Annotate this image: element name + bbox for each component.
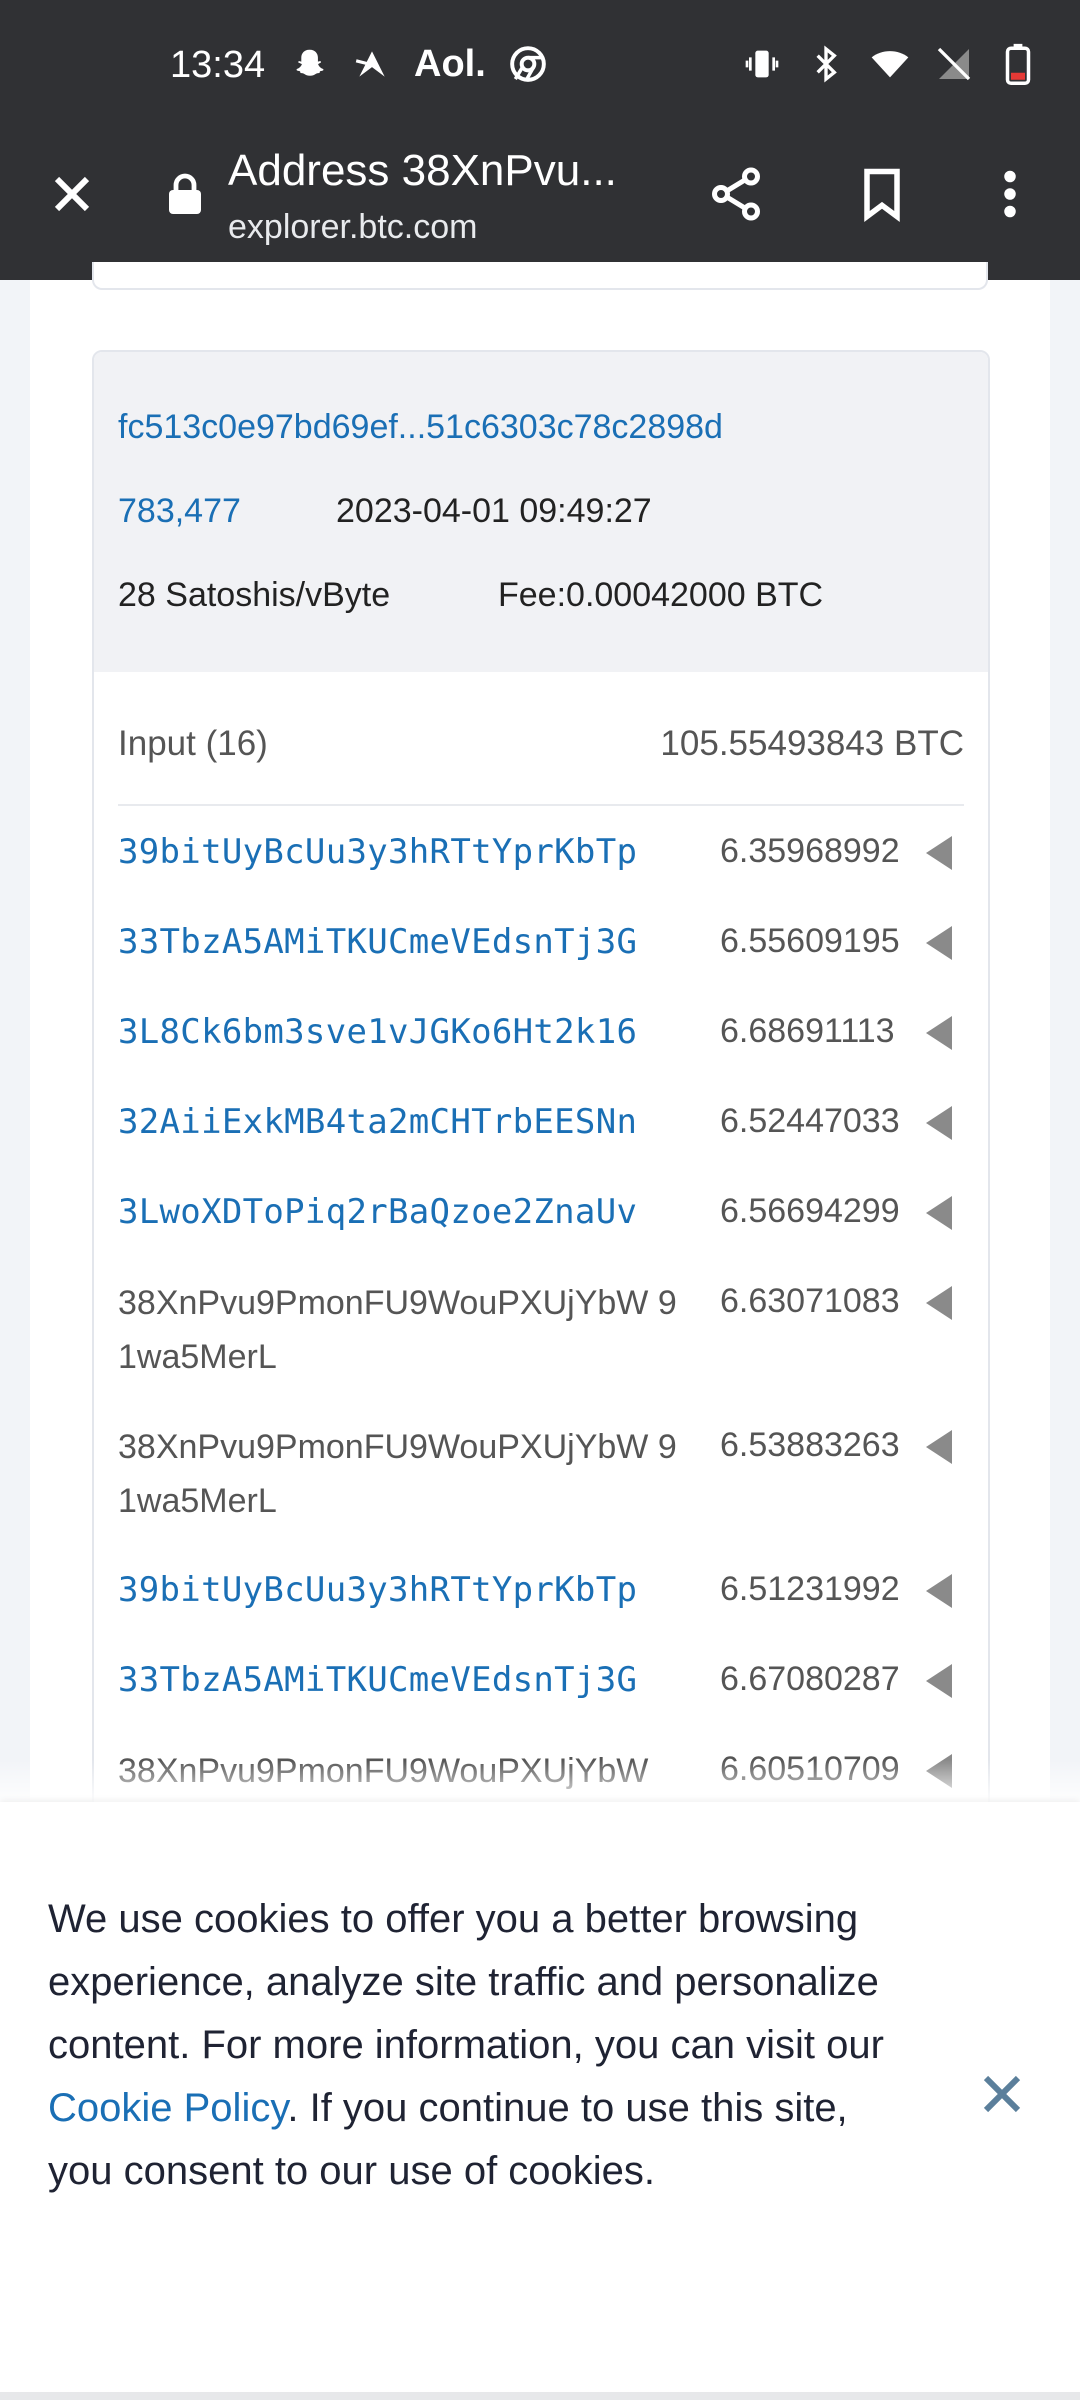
delivery-icon [352, 44, 392, 84]
notification-icons: Aol. [290, 42, 548, 85]
transaction-card: fc513c0e97bd69ef...51c6303c78c2898d 783,… [92, 350, 990, 1854]
system-icons [742, 43, 1038, 85]
input-arrow-icon[interactable] [926, 1430, 952, 1464]
block-height-link[interactable]: 783,477 [118, 492, 241, 531]
page-url[interactable]: explorer.btc.com [228, 208, 477, 247]
transaction-fee: Fee:0.00042000 BTC [498, 576, 824, 614]
input-address-current: 38XnPvu9PmonFU9WouPXUjYbW 91wa5MerL [118, 1284, 677, 1376]
cookie-text-before: We use cookies to offer you a better bro… [48, 1897, 884, 2067]
transaction-header: fc513c0e97bd69ef...51c6303c78c2898d 783,… [94, 352, 988, 672]
share-button[interactable] [706, 164, 766, 224]
transaction-time: 2023-04-01 09:49:27 [336, 492, 652, 530]
input-address-link[interactable]: 39bitUyBcUu3y3hRTtYprKbTp [118, 1570, 637, 1610]
input-address-link[interactable]: 39bitUyBcUu3y3hRTtYprKbTp [118, 832, 637, 872]
input-amount: 6.56694299 [720, 1192, 900, 1230]
input-amount: 6.63071083 [720, 1282, 900, 1320]
input-amount: 6.68691113 [720, 1012, 895, 1050]
more-options-button[interactable] [985, 164, 1035, 224]
input-amount: 6.55609195 [720, 922, 900, 960]
wifi-icon [870, 44, 910, 84]
input-amount: 6.67080287 [720, 1660, 900, 1698]
input-arrow-icon[interactable] [926, 1196, 952, 1230]
input-arrow-icon[interactable] [926, 1664, 952, 1698]
input-address-link[interactable]: 33TbzA5AMiTKUCmeVEdsnTj3G [118, 1660, 637, 1700]
input-amount: 6.51231992 [720, 1570, 900, 1608]
input-arrow-icon[interactable] [926, 1016, 952, 1050]
input-address-current: 38XnPvu9PmonFU9WouPXUjYbW 91wa5MerL [118, 1428, 677, 1520]
battery-icon [998, 43, 1038, 85]
chrome-icon [508, 44, 548, 84]
input-amount: 6.53883263 [720, 1426, 900, 1464]
cookie-banner: We use cookies to offer you a better bro… [0, 1802, 1080, 2400]
input-arrow-icon[interactable] [926, 926, 952, 960]
more-vertical-icon [1004, 170, 1016, 218]
lock-icon[interactable] [165, 172, 205, 216]
bookmark-button[interactable] [852, 164, 912, 224]
navigation-bar [0, 2392, 1080, 2400]
fee-rate: 28 Satoshis/vByte [118, 576, 391, 614]
input-total: 105.55493843 BTC [660, 724, 964, 763]
input-address-link[interactable]: 3LwoXDToPiq2rBaQzoe2ZnaUv [118, 1192, 637, 1232]
vibrate-icon [742, 44, 782, 84]
close-icon [54, 176, 90, 212]
scroll-fade [0, 1760, 1080, 1804]
previous-transaction-card [92, 262, 988, 290]
input-arrow-icon[interactable] [926, 1106, 952, 1140]
bookmark-icon [864, 168, 900, 222]
input-amount: 6.52447033 [720, 1102, 900, 1140]
input-address-link[interactable]: 3L8Ck6bm3sve1vJGKo6Ht2k16 [118, 1012, 637, 1052]
input-arrow-icon[interactable] [926, 836, 952, 870]
input-address-link[interactable]: 32AiiExkMB4ta2mCHTrbEESNn [118, 1102, 637, 1142]
input-arrow-icon[interactable] [926, 1286, 952, 1320]
page-title[interactable]: Address 38XnPvu... [228, 146, 617, 196]
cookie-message: We use cookies to offer you a better bro… [48, 1888, 898, 2203]
input-amount: 6.35968992 [720, 832, 900, 870]
no-signal-icon [934, 44, 974, 84]
input-arrow-icon[interactable] [926, 1574, 952, 1608]
divider [118, 804, 964, 806]
input-count: Input (16) [118, 724, 268, 763]
cookie-policy-link[interactable]: Cookie Policy [48, 2086, 287, 2130]
share-icon [712, 167, 760, 221]
close-icon [983, 2075, 1021, 2113]
close-tab-button[interactable] [42, 164, 102, 224]
transaction-hash-link[interactable]: fc513c0e97bd69ef...51c6303c78c2898d [118, 408, 723, 447]
status-bar: 13:34 Aol. [0, 0, 1080, 140]
snapchat-icon [290, 44, 330, 84]
aol-icon: Aol. [414, 42, 486, 85]
cookie-close-button[interactable] [978, 2070, 1026, 2118]
input-address-link[interactable]: 33TbzA5AMiTKUCmeVEdsnTj3G [118, 922, 637, 962]
status-time: 13:34 [170, 44, 266, 86]
bluetooth-icon [806, 44, 846, 84]
